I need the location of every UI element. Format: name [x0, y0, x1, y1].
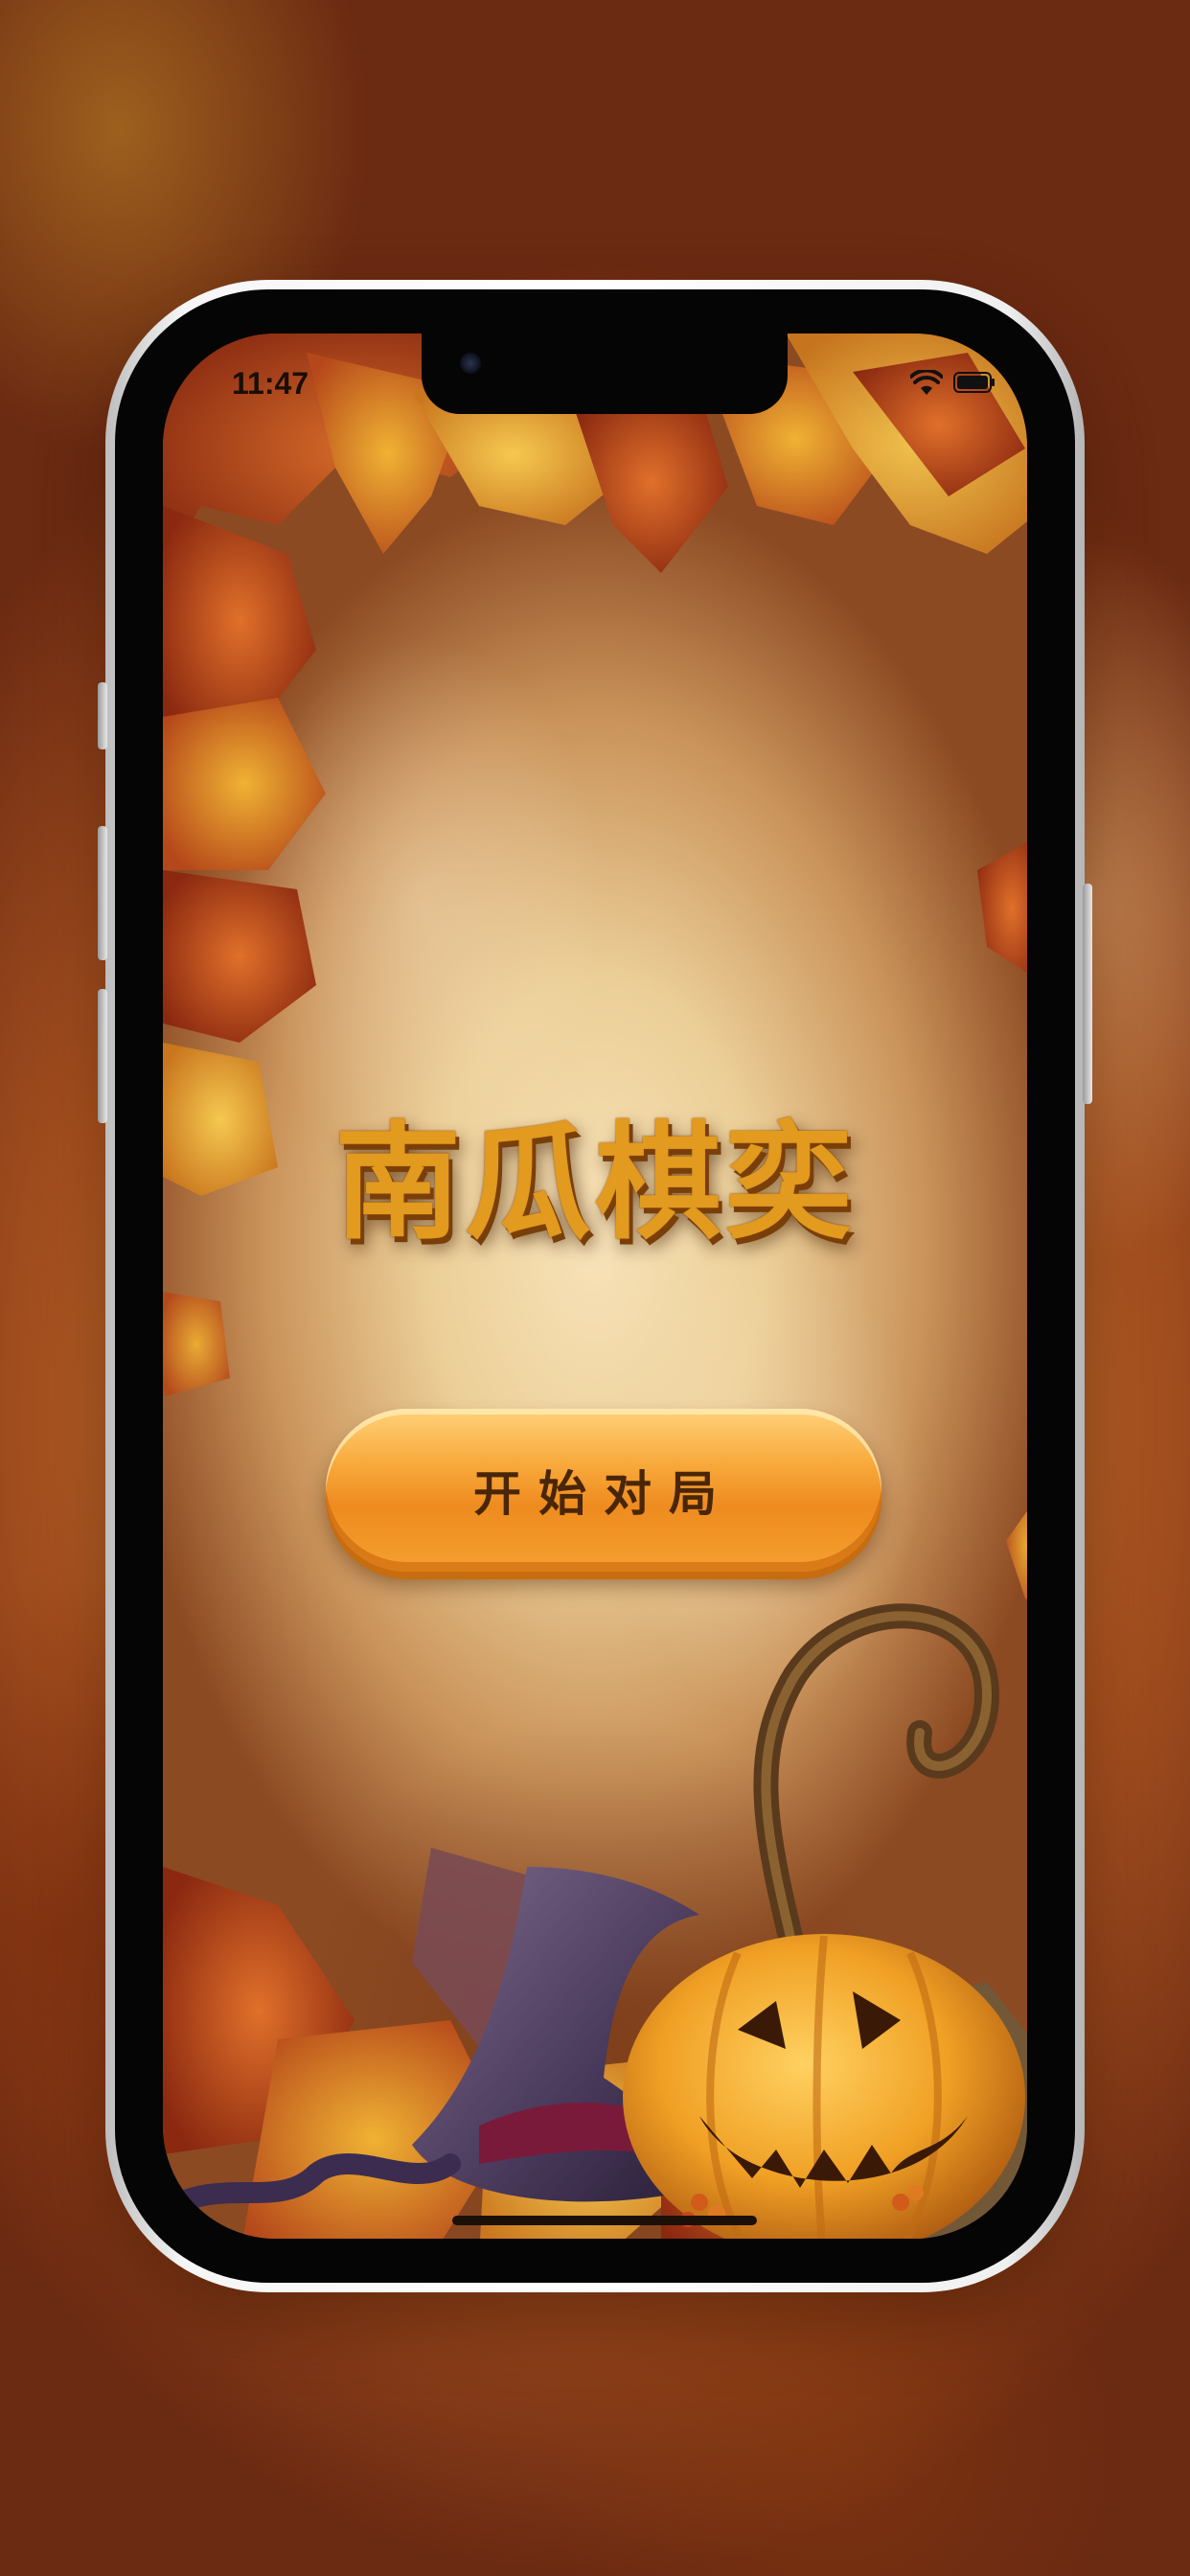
power-button	[1083, 884, 1092, 1104]
home-indicator[interactable]	[452, 2216, 757, 2225]
start-game-button-label: 开始对局	[473, 1466, 734, 1522]
volume-up-button	[98, 826, 107, 960]
mute-switch	[98, 682, 107, 749]
wifi-icon	[910, 370, 943, 395]
battery-icon	[953, 372, 995, 393]
app-title: 南瓜棋奕	[334, 1110, 856, 1257]
phone-frame: 11:47 南瓜棋奕 开始对局	[98, 280, 1092, 2292]
volume-down-button	[98, 989, 107, 1123]
phone-bezel: 11:47 南瓜棋奕 开始对局	[115, 289, 1075, 2283]
app-screen: 11:47 南瓜棋奕 开始对局	[163, 334, 1027, 2239]
start-game-button[interactable]: 开始对局	[326, 1409, 881, 1572]
front-camera-icon	[460, 353, 481, 374]
camera-notch	[422, 334, 788, 414]
status-bar: 11:47	[163, 334, 1027, 439]
status-time: 11:47	[232, 366, 309, 401]
pumpkin-witch-hat-illustration	[163, 1603, 1025, 2239]
